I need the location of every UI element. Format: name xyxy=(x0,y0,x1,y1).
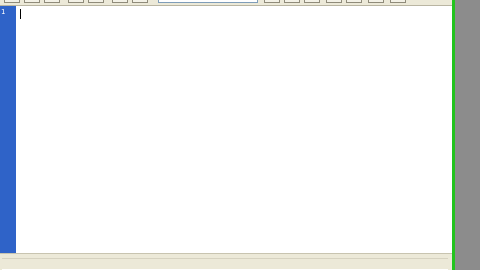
toolbar-button[interactable] xyxy=(390,0,406,3)
toolbar-button[interactable] xyxy=(326,0,342,3)
toolbar-field[interactable] xyxy=(158,0,258,3)
toolbar-button[interactable] xyxy=(264,0,280,3)
toolbar-button[interactable] xyxy=(346,0,362,3)
toolbar-button[interactable] xyxy=(112,0,128,3)
status-bar-field xyxy=(2,258,448,270)
toolbar-button[interactable] xyxy=(24,0,40,3)
text-caret xyxy=(20,9,21,19)
status-bar xyxy=(0,253,452,270)
toolbar-button[interactable] xyxy=(68,0,84,3)
line-number: 1 xyxy=(1,8,6,16)
side-panel xyxy=(455,0,480,270)
toolbar-button[interactable] xyxy=(88,0,104,3)
toolbar-button[interactable] xyxy=(132,0,148,3)
toolbar-button[interactable] xyxy=(44,0,60,3)
line-number-gutter: 1 xyxy=(0,6,16,253)
toolbar-button[interactable] xyxy=(304,0,320,3)
text-editor-area[interactable] xyxy=(16,6,454,253)
toolbar-button[interactable] xyxy=(284,0,300,3)
toolbar-button[interactable] xyxy=(368,0,384,3)
toolbar-button[interactable] xyxy=(4,0,20,3)
